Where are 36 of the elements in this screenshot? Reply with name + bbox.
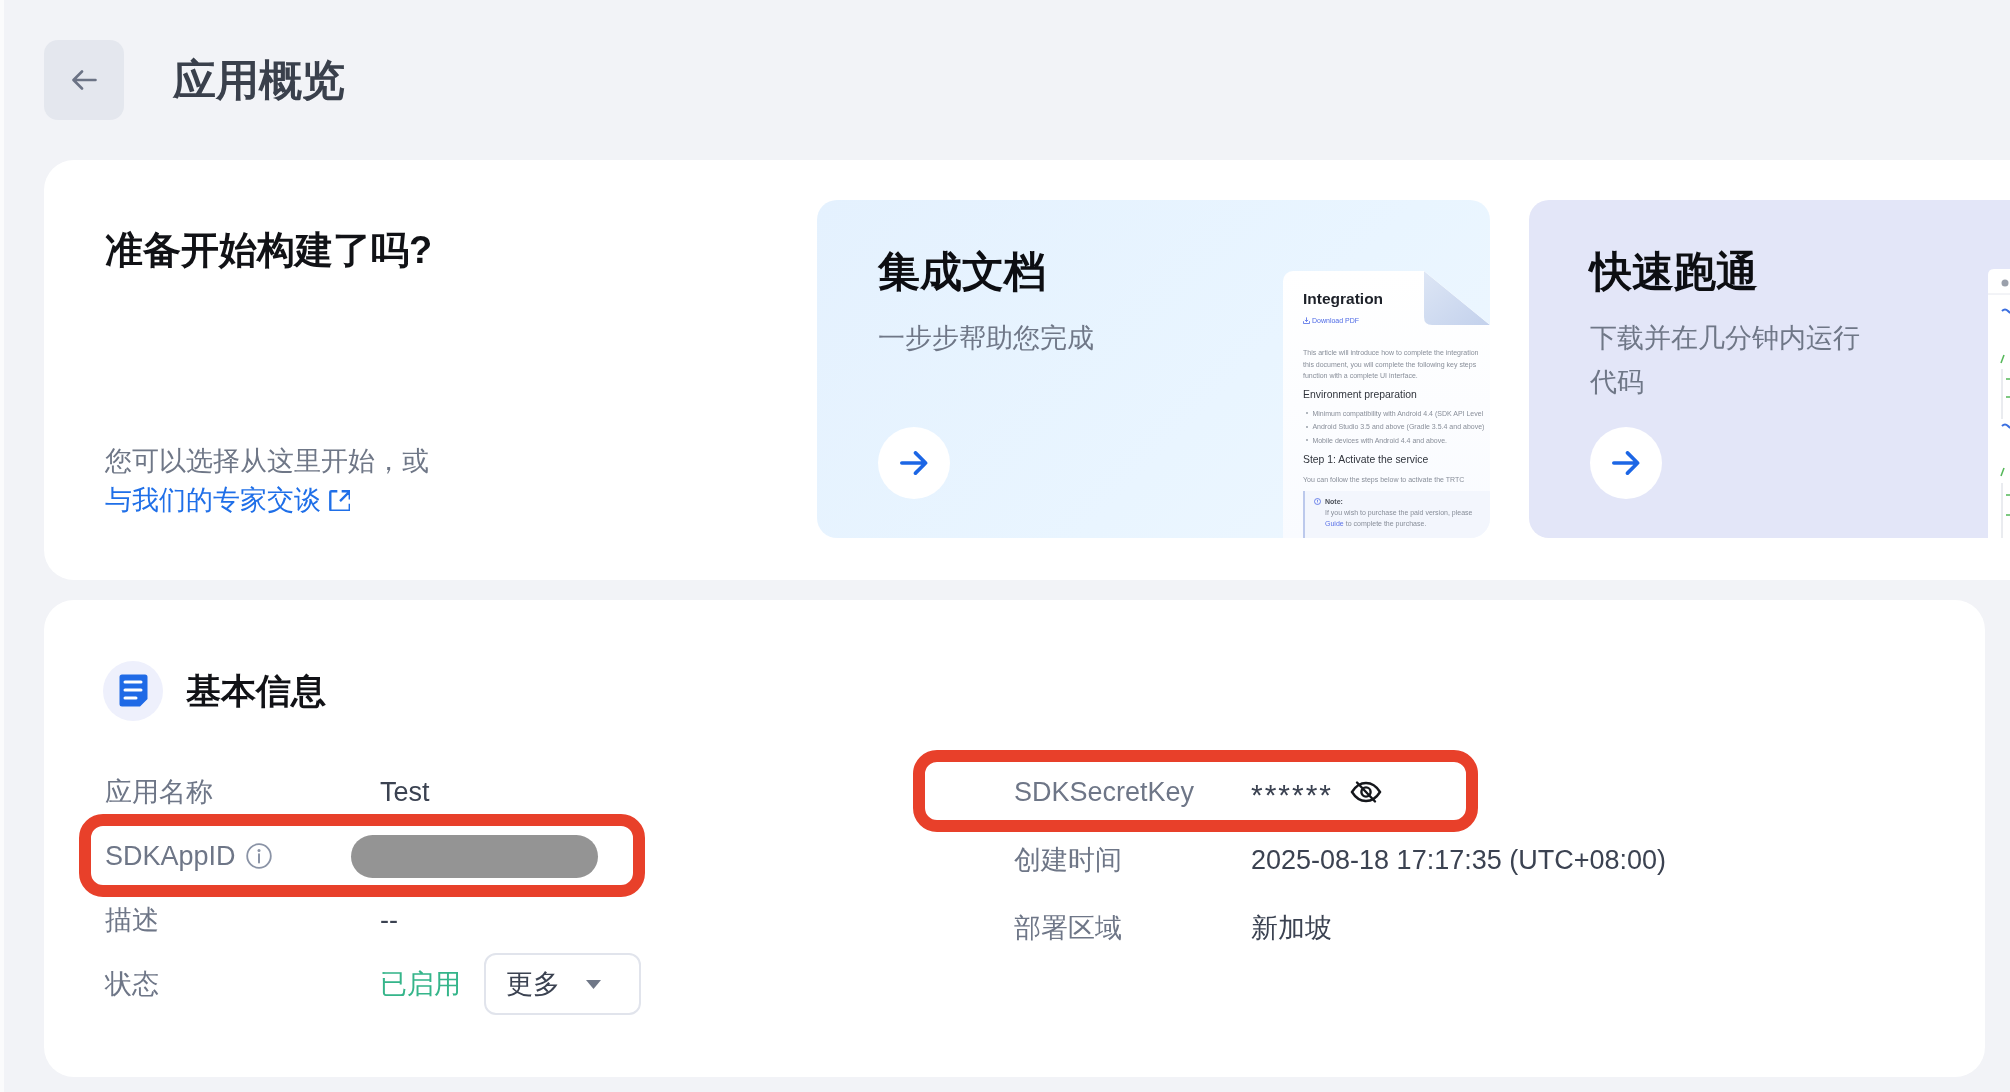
more-dropdown[interactable]: 更多 [484,953,641,1015]
back-arrow-icon [71,70,97,90]
field-label: 部署区域 [1014,912,1122,945]
card-subtitle: 下载并在几分钟内运行代码 [1590,322,1861,399]
field-value: 新加坡 [1251,912,1332,945]
info-icon [1314,498,1321,505]
card-title: 集成文档 [878,247,1046,297]
field-label: SDKSecretKey [1014,776,1195,808]
arrow-right-icon [900,451,928,475]
secret-value: ****** [1251,777,1334,810]
field-label: 状态 [105,968,159,1001]
intro-text: 您可以选择从这里开始，或 与我们的专家交谈 [105,442,465,520]
page-title: 应用概览 [173,55,345,106]
field-label: 描述 [105,904,159,937]
field-value: Test [380,776,430,808]
field-label: 创建时间 [1014,844,1122,877]
card-title: 快速跑通 [1590,247,1758,297]
download-icon [1303,317,1310,324]
document-title: Integration [1303,290,1384,308]
document-heading: Step 1: Activate the service [1303,454,1429,466]
card-subtitle: 一步步帮助您完成 [878,322,1094,355]
page-fold-drawing [1424,271,1490,325]
field-value: 2025-08-18 17:17:35 (UTC+08:00) [1251,844,1667,876]
field-value: -- [380,904,398,936]
arrow-right-icon [1612,451,1640,475]
document-heading: Environment preparation [1303,388,1417,401]
eye-slash-icon[interactable] [1350,780,1383,804]
expert-link[interactable]: 与我们的专家交谈 [105,481,350,520]
section-title: 基本信息 [186,670,326,712]
document-icon [103,661,163,721]
field-label: 应用名称 [105,776,213,809]
external-link-icon [329,490,350,511]
field-label: SDKAppID [105,840,236,872]
status-text: 已启用 [380,968,461,1001]
caret-down-icon [586,979,601,989]
intro-title: 准备开始构建了吗? [105,228,434,273]
